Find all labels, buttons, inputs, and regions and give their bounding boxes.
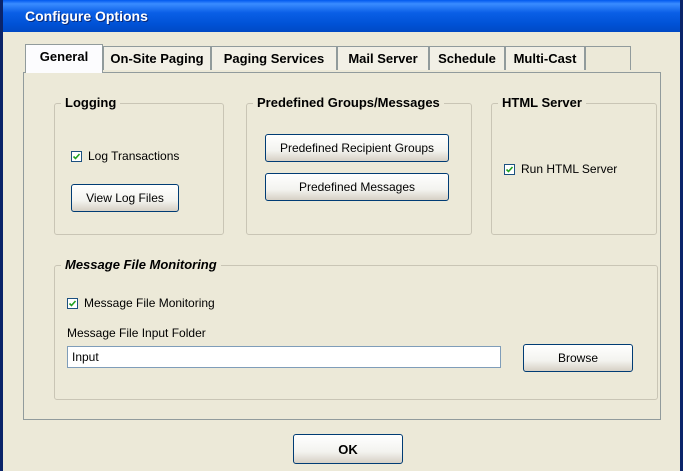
tab-multi-cast-label: Multi-Cast: [513, 51, 577, 66]
message-file-monitoring-group: Message File Monitoring Message File Mon…: [54, 257, 658, 400]
message-file-input-folder-label: Message File Input Folder: [67, 326, 206, 340]
logging-group: Logging Log Transactions View Log Files: [54, 95, 224, 235]
tab-on-site-paging-label: On-Site Paging: [110, 51, 204, 66]
tab-schedule[interactable]: Schedule: [429, 46, 505, 70]
message-file-input-folder-input[interactable]: [67, 346, 501, 368]
tab-schedule-label: Schedule: [438, 51, 496, 66]
tab-strip: General On-Site Paging Paging Services M…: [25, 44, 639, 74]
general-tab-panel: Logging Log Transactions View Log Files …: [23, 72, 661, 420]
predefined-recipient-groups-button[interactable]: Predefined Recipient Groups: [265, 134, 449, 162]
ok-button[interactable]: OK: [293, 434, 403, 464]
log-transactions-check-icon: [71, 150, 82, 162]
tab-empty[interactable]: [585, 46, 631, 70]
predefined-messages-button[interactable]: Predefined Messages: [265, 173, 449, 201]
window-titlebar[interactable]: Configure Options: [3, 0, 680, 32]
message-file-monitoring-check-icon: [67, 297, 78, 309]
log-transactions-label: Log Transactions: [88, 149, 180, 163]
tab-general[interactable]: General: [25, 44, 103, 73]
tab-mail-server-label: Mail Server: [348, 51, 418, 66]
tab-mail-server[interactable]: Mail Server: [337, 46, 429, 70]
message-file-monitoring-checkbox[interactable]: Message File Monitoring: [67, 296, 215, 310]
tab-general-label: General: [39, 49, 89, 64]
tab-paging-services-label: Paging Services: [223, 51, 325, 66]
tab-paging-services[interactable]: Paging Services: [211, 46, 337, 70]
message-file-monitoring-label: Message File Monitoring: [84, 296, 215, 310]
bottom-strip: [3, 466, 680, 471]
tab-on-site-paging[interactable]: On-Site Paging: [103, 46, 211, 70]
predefined-group-title: Predefined Groups/Messages: [253, 95, 444, 110]
window-title: Configure Options: [25, 8, 148, 24]
logging-group-title: Logging: [61, 95, 121, 110]
html-server-group: HTML Server Run HTML Server: [491, 95, 657, 235]
run-html-server-check-icon: [504, 163, 515, 175]
predefined-group: Predefined Groups/Messages Predefined Re…: [246, 95, 472, 235]
configure-options-window: Configure Options General On-Site Paging…: [0, 0, 683, 471]
browse-button[interactable]: Browse: [523, 344, 633, 372]
message-file-monitoring-title: Message File Monitoring: [61, 257, 221, 272]
run-html-server-checkbox[interactable]: Run HTML Server: [504, 162, 617, 176]
html-server-group-title: HTML Server: [498, 95, 586, 110]
view-log-files-button[interactable]: View Log Files: [71, 184, 179, 212]
tab-multi-cast[interactable]: Multi-Cast: [505, 46, 585, 70]
run-html-server-label: Run HTML Server: [521, 162, 618, 176]
log-transactions-checkbox[interactable]: Log Transactions: [71, 149, 179, 163]
